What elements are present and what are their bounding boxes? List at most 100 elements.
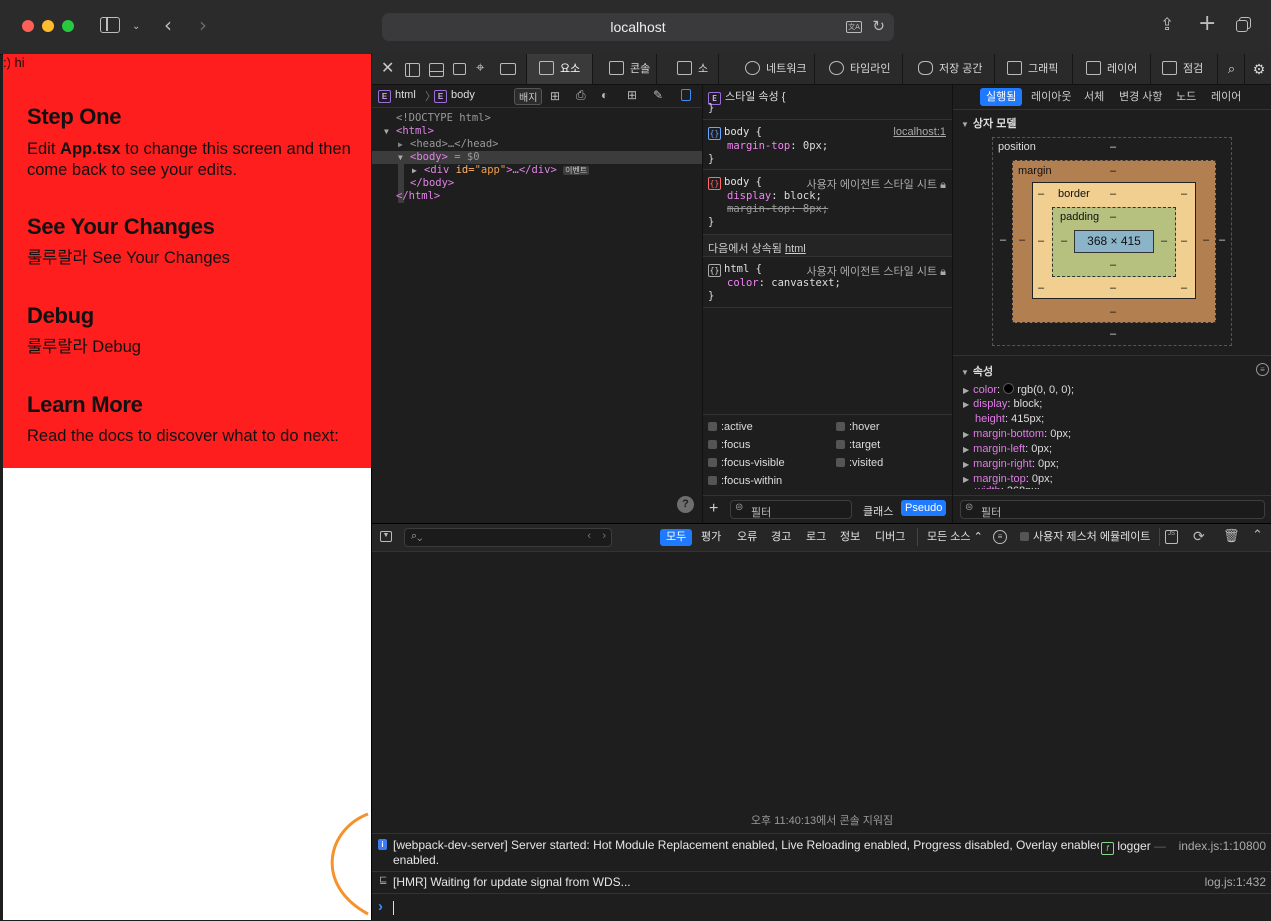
tab-storage[interactable]: 저장 공간 bbox=[902, 54, 994, 84]
minimize-window-button[interactable] bbox=[42, 20, 54, 32]
style-attribute-rule[interactable]: E 스타일 속성 { } bbox=[703, 85, 952, 120]
tab-overview-icon[interactable] bbox=[1236, 17, 1252, 33]
detach-window-icon[interactable] bbox=[453, 63, 466, 75]
dock-left-icon[interactable] bbox=[405, 63, 420, 77]
source-filter-select[interactable]: 모든 소스 ⌃ bbox=[927, 529, 983, 546]
dom-head[interactable]: ▶ <head>…</head> bbox=[372, 138, 702, 151]
zoom-window-button[interactable] bbox=[62, 20, 74, 32]
body-rule-user-agent[interactable]: {} body { 사용자 에이전트 스타일 시트 🔒︎ display: blo… bbox=[703, 170, 952, 235]
dom-body-close[interactable]: </body> bbox=[372, 177, 702, 190]
triangle-down-icon[interactable]: ▼ bbox=[398, 151, 403, 164]
filter-warnings-button[interactable]: 경고 bbox=[771, 529, 791, 546]
tab-font[interactable]: 서체 bbox=[1084, 88, 1104, 106]
pseudo-active-checkbox[interactable]: :active bbox=[708, 421, 753, 433]
pseudo-focus-within-checkbox[interactable]: :focus-within bbox=[708, 475, 782, 487]
triangle-down-icon[interactable]: ▼ bbox=[384, 125, 389, 138]
forward-icon[interactable]: › bbox=[199, 15, 207, 35]
tab-sources[interactable]: 소스 bbox=[656, 54, 718, 105]
filter-options-icon[interactable]: ≡ bbox=[993, 530, 1007, 544]
share-icon[interactable]: ⇪ bbox=[1160, 15, 1174, 35]
event-badge[interactable]: 이벤트 bbox=[563, 166, 590, 175]
filter-info-button[interactable]: 정보 bbox=[840, 529, 860, 546]
dom-div-app[interactable]: ▶ <div id="app">…</div> 이벤트 bbox=[372, 164, 702, 177]
print-icon[interactable]: ⎙ bbox=[576, 88, 586, 103]
source-link[interactable]: localhost:1 bbox=[893, 126, 946, 138]
tab-network[interactable]: 네트워크 bbox=[718, 54, 814, 84]
sidebar-toggle-icon[interactable] bbox=[100, 17, 120, 33]
filter-errors-button[interactable]: 오류 bbox=[737, 529, 757, 546]
computed-prop-margin-top[interactable]: ▶ margin-top: 0px; bbox=[963, 473, 1053, 485]
layout-grid-icon[interactable]: ⊞ bbox=[627, 88, 637, 102]
tab-computed[interactable]: 실행됨 bbox=[980, 88, 1023, 106]
dom-html-close[interactable]: </html> bbox=[372, 190, 702, 203]
chevron-down-icon[interactable]: ⌄ bbox=[132, 17, 140, 37]
pseudo-hover-checkbox[interactable]: :hover bbox=[836, 421, 880, 433]
back-icon[interactable]: ‹ bbox=[164, 15, 172, 35]
triangle-right-icon[interactable]: ▶ bbox=[398, 138, 403, 151]
gear-icon[interactable]: ⚙ bbox=[1244, 54, 1271, 84]
styles-filter-input[interactable]: ⊜ 필터 bbox=[730, 500, 852, 519]
add-rule-icon[interactable]: + bbox=[709, 500, 718, 518]
html-rule-user-agent[interactable]: {} html { 사용자 에이전트 스타일 시트 🔒︎ color: canva… bbox=[703, 257, 952, 308]
color-scheme-icon[interactable]: ◐ bbox=[601, 88, 608, 102]
computed-prop-display[interactable]: ▶ display: block; bbox=[963, 398, 1042, 410]
translate-icon[interactable]: 文A bbox=[846, 21, 862, 33]
device-icon[interactable] bbox=[500, 63, 516, 75]
box-model-section-header[interactable]: ▼ 상자 모델 bbox=[961, 115, 1016, 131]
grid-overlay-icon[interactable]: ⊞ bbox=[550, 89, 560, 103]
breadcrumb-body[interactable]: Ebody bbox=[434, 89, 475, 103]
inherited-html-link[interactable]: html bbox=[785, 243, 806, 255]
properties-section-header[interactable]: ▼ 속성 bbox=[961, 363, 993, 379]
filter-evaluations-button[interactable]: 평가 bbox=[701, 529, 721, 546]
filter-all-button[interactable]: 모두 bbox=[660, 529, 693, 546]
crosshair-icon[interactable]: ⌖ bbox=[476, 60, 484, 76]
dom-body-selected[interactable]: ▼ <body> = $0 bbox=[372, 151, 702, 164]
computed-prop-margin-bottom[interactable]: ▶ margin-bottom: 0px; bbox=[963, 428, 1071, 440]
pseudo-toggle-button[interactable]: Pseudo bbox=[901, 500, 947, 516]
tab-changes[interactable]: 변경 사항 bbox=[1119, 88, 1163, 106]
new-tab-icon[interactable]: + bbox=[1198, 13, 1216, 35]
collapse-drawer-icon[interactable]: ▼ bbox=[380, 531, 392, 542]
dom-doctype[interactable]: <!DOCTYPE html> bbox=[372, 112, 702, 125]
computed-prop-margin-right[interactable]: ▶ margin-right: 0px; bbox=[963, 458, 1059, 470]
computed-prop-color[interactable]: ▶ color: rgb(0, 0, 0); bbox=[963, 383, 1074, 396]
close-window-button[interactable] bbox=[22, 20, 34, 32]
class-toggle-button[interactable]: 클래스 bbox=[863, 503, 893, 519]
tab-layers-detail[interactable]: 레이어 bbox=[1211, 88, 1241, 106]
tab-node[interactable]: 노드 bbox=[1176, 88, 1196, 106]
console-message-hmr[interactable]: ⊑ [HMR] Waiting for update signal from W… bbox=[372, 871, 1271, 894]
search-icon[interactable]: ⌕ bbox=[1217, 54, 1245, 84]
tab-graphics[interactable]: 그래픽 bbox=[994, 54, 1072, 84]
dock-bottom-icon[interactable] bbox=[429, 63, 444, 77]
expand-drawer-icon[interactable]: ⌃ bbox=[1252, 527, 1263, 543]
sidebar-toggle-icon[interactable] bbox=[681, 89, 691, 101]
console-message-webpack[interactable]: i [webpack-dev-server] Server started: H… bbox=[372, 833, 1271, 872]
breadcrumb-html[interactable]: Ehtml bbox=[378, 89, 416, 103]
emulate-user-gesture-checkbox[interactable]: 사용자 제스처 에뮬레이트 bbox=[1020, 529, 1150, 546]
computed-prop-margin-left[interactable]: ▶ margin-left: 0px; bbox=[963, 443, 1052, 455]
tab-console[interactable]: 콘솔 bbox=[592, 54, 656, 84]
close-icon[interactable]: ✕ bbox=[381, 61, 394, 77]
filter-logs-button[interactable]: 로그 bbox=[806, 529, 826, 546]
tab-elements[interactable]: 요소 bbox=[526, 54, 592, 84]
tab-audit[interactable]: 점검 bbox=[1150, 54, 1217, 84]
trash-icon[interactable]: 🗑︎ bbox=[1223, 528, 1240, 544]
tab-timeline[interactable]: 타임라인 bbox=[814, 54, 902, 84]
help-icon[interactable]: ? bbox=[677, 496, 694, 513]
triangle-right-icon[interactable]: ▶ bbox=[412, 164, 417, 177]
console-search-input[interactable]: ⌕⌄ ‹ › bbox=[404, 528, 612, 547]
pseudo-focus-visible-checkbox[interactable]: :focus-visible bbox=[708, 457, 785, 469]
source-link-log-js[interactable]: log.js:1:432 bbox=[1205, 875, 1266, 889]
filter-options-icon[interactable]: ≡ bbox=[1256, 363, 1269, 376]
pseudo-target-checkbox[interactable]: :target bbox=[836, 439, 880, 451]
address-bar[interactable]: localhost 文A ↻ bbox=[382, 13, 894, 41]
body-rule-localhost[interactable]: {} body { localhost:1 margin-top: 0px; } bbox=[703, 120, 952, 170]
next-result-icon[interactable]: › bbox=[602, 530, 606, 542]
dom-html-open[interactable]: ▼ <html> bbox=[372, 125, 702, 138]
filter-debug-button[interactable]: 디버그 bbox=[875, 529, 905, 546]
paint-brush-icon[interactable]: ✎ bbox=[653, 88, 663, 102]
previous-result-icon[interactable]: ‹ bbox=[587, 530, 591, 542]
reload-icon[interactable]: ↻ bbox=[872, 17, 885, 35]
badge-button[interactable]: 배지 bbox=[514, 88, 543, 105]
tab-layers[interactable]: 레이어 bbox=[1072, 54, 1150, 84]
